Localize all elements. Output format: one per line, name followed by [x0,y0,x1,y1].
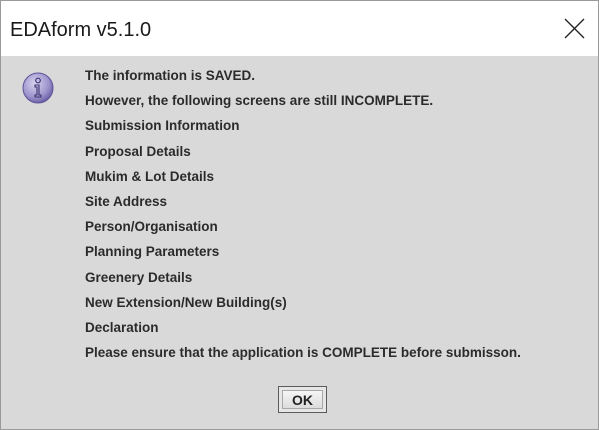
message-line: Proposal Details [85,143,191,159]
message-line: However, the following screens are still… [85,93,434,109]
window-title: EDAform v5.1.0 [10,19,152,41]
message-line: Greenery Details [85,269,193,285]
message-line: Mukim & Lot Details [85,168,215,184]
message-line: Planning Parameters [85,244,220,260]
info-icon [22,72,54,104]
ok-button-label: OK [282,390,323,409]
message-line: Person/Organisation [85,219,218,235]
message-line: Declaration [85,319,159,335]
close-icon [564,18,585,39]
close-button[interactable] [552,1,598,56]
message-line: The information is SAVED. [85,68,256,83]
ok-button[interactable]: OK [278,386,327,413]
message-line: Submission Information [85,118,240,134]
message-list: The information is SAVED. However, the f… [85,67,521,369]
dialog-window: EDAform v5.1.0 The information is SAVED. [0,0,599,430]
message-line: Please ensure that the application is CO… [85,345,521,361]
message-line: New Extension/New Building(s) [85,294,287,310]
message-line: Site Address [85,193,168,209]
dialog-content: The information is SAVED. However, the f… [1,56,598,429]
title-bar[interactable]: EDAform v5.1.0 [1,1,598,56]
